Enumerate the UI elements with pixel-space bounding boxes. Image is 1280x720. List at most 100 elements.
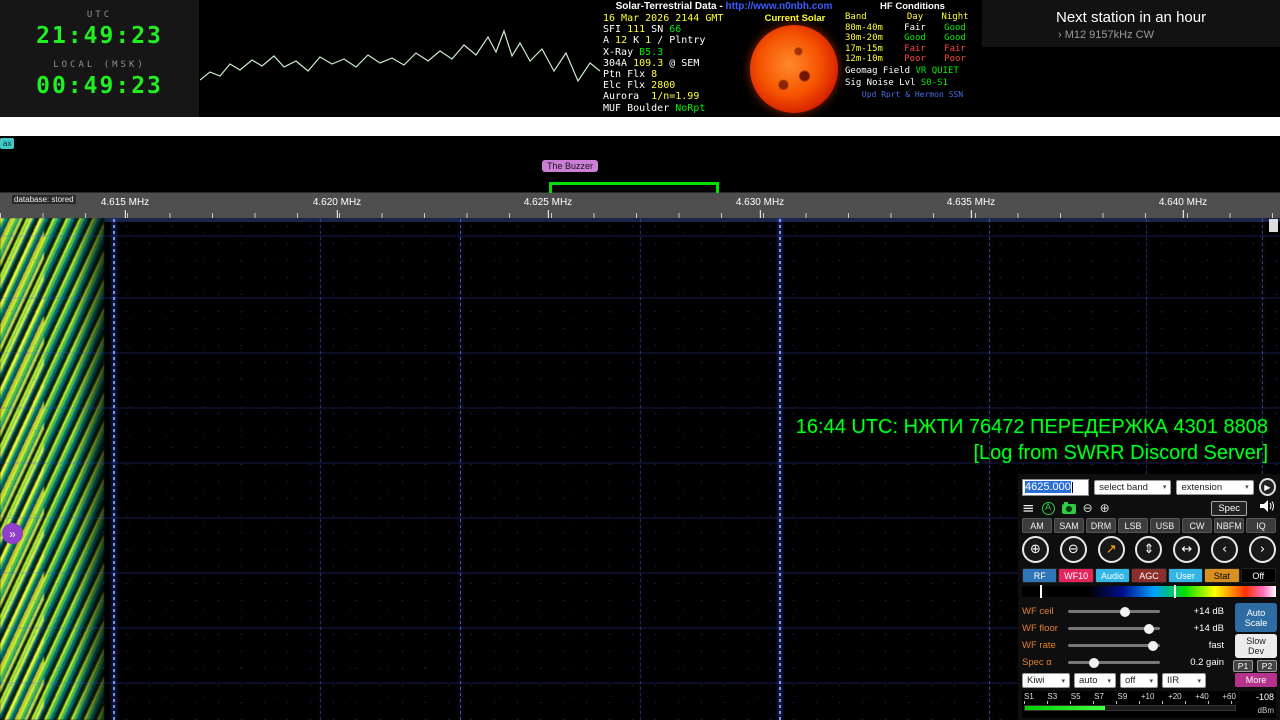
slider-label: WF ceil [1022,606,1054,617]
kiwi-select[interactable]: Kiwi ▾ [1022,673,1070,688]
s-meter-ticks: S1 S3 S5 S7 S9 +10 +20 +40 +60 [1024,692,1236,701]
p1-button[interactable]: P1 [1233,660,1253,672]
auto-scale-button[interactable]: Auto Scale [1235,603,1277,632]
sun-image [750,25,838,113]
chevron-down-icon: ▾ [1245,483,1249,491]
slider-value: 0.2 gain [1190,657,1224,668]
frequency-row: 4625.000 select band ▾ extension ▾ ▶ [1022,478,1276,496]
auto-select[interactable]: auto ▾ [1074,673,1116,688]
slider-track[interactable] [1068,657,1160,668]
receiver-control-panel: 4625.000 select band ▾ extension ▾ ▶ ≡ A [1018,474,1280,720]
s-meter-tick: S1 [1024,692,1034,701]
text-segment: 1/n=1.99 [651,91,700,103]
band-zoom-out-icon[interactable]: ⊖ [1083,501,1093,515]
spec-button[interactable]: Spec [1211,500,1247,516]
tab-user[interactable]: User [1167,568,1204,583]
volume-icon[interactable] [1260,500,1274,516]
page-left-button[interactable]: ‹ [1211,536,1239,563]
auto-select-label: auto [1079,675,1098,686]
mode-am[interactable]: AM [1022,518,1052,533]
tab-audio[interactable]: Audio [1094,568,1131,583]
audio-record-icon[interactable]: A [1041,501,1055,515]
hf-condition-row: 17m-15m Fair Fair [845,44,980,55]
band-zoom-in-icon[interactable]: ⊕ [1100,501,1110,515]
signoise-line: Sig Noise Lvl S0-S1 [845,78,980,89]
slider-row-spec-: Spec α 0.2 gain [1022,654,1228,671]
mode-sam[interactable]: SAM [1054,518,1084,533]
scale-label: 4.640 MHz [1158,197,1208,219]
text-caret [1071,481,1073,493]
p2-button[interactable]: P2 [1257,660,1277,672]
corner-label[interactable]: ax [0,138,15,149]
slider-thumb[interactable] [1147,640,1158,651]
off-select[interactable]: off ▾ [1120,673,1158,688]
slow-dev-button[interactable]: Slow Dev [1235,634,1277,658]
tab-agc[interactable]: AGC [1131,568,1167,583]
mode-usb[interactable]: USB [1150,518,1180,533]
s-meter-value: -108 [1255,692,1274,702]
mode-lsb[interactable]: LSB [1118,518,1148,533]
camera-icon[interactable] [1061,501,1076,514]
band-select[interactable]: select band ▾ [1094,479,1172,495]
zoom-out-button[interactable]: ⊖ [1059,536,1087,563]
mode-drm[interactable]: DRM [1086,518,1116,533]
slider-track[interactable] [1068,640,1160,651]
hf-cell: Band [845,12,867,22]
chevron-down-icon: ▾ [1061,676,1065,685]
mode-nbfm[interactable]: NBFM [1214,518,1244,533]
kiwi-select-label: Kiwi [1027,675,1045,686]
zoom-to-band-button[interactable]: ↗ [1097,536,1125,563]
dx-label-the-buzzer[interactable]: The Buzzer [542,160,599,172]
solar-data-line: X-Ray B5.3 [603,47,723,58]
scale-label: 4.620 MHz [312,197,362,219]
text-segment: 8 [651,69,658,81]
slider-track[interactable] [1068,606,1160,617]
text-segment: NoRpt [675,102,706,114]
scale-label: 4.630 MHz [735,197,785,219]
text-segment: SN [645,24,670,36]
mode-iq[interactable]: IQ [1246,518,1276,533]
hf-cell: Fair [944,43,966,54]
icon-toolbar: ≡ A ⊖ ⊕ Spec [1022,500,1276,516]
solar-data-line: 16 Mar 2026 2144 GMT [603,13,723,24]
solar-data-line: A 12 K 1 / Plntry [603,35,723,46]
tab-rf[interactable]: RF [1022,568,1058,583]
zoom-max-in-button[interactable]: ⇕ [1135,536,1163,563]
slider-thumb[interactable] [1120,606,1131,617]
next-station: Next station in an hour › M12 9157kHz CW [982,0,1280,47]
frequency-input[interactable]: 4625.000 [1022,478,1090,496]
zoom-in-button[interactable]: ⊕ [1022,536,1049,563]
extension-select[interactable]: extension ▾ [1176,479,1254,495]
scale-right-marker [1269,219,1278,232]
tab-off[interactable]: Off [1240,568,1276,583]
slider-label: WF floor [1022,623,1058,634]
panel-toggle-icon[interactable]: » [2,523,23,544]
carrier-line [640,218,641,720]
colormap-bar[interactable] [1022,585,1276,598]
more-button[interactable]: More [1235,673,1277,687]
hf-cell: 17m-15m [845,43,883,54]
slider-track[interactable] [1068,623,1160,634]
hf-cell: Good [944,33,966,44]
slider-thumb[interactable] [1088,657,1099,668]
utc-time: 21:49:23 [36,23,163,49]
play-button[interactable]: ▶ [1258,478,1276,496]
frequency-scale[interactable]: database: stored 4.615 MHz 4.620 MHz 4.625… [0,192,1280,219]
local-label: LOCAL (MSK) [53,60,146,70]
page-right-button[interactable]: › [1248,536,1276,563]
zoom-max-out-button[interactable]: ↔ [1173,536,1201,563]
tab-stat[interactable]: Stat [1204,568,1240,583]
log-line-2: [Log from SWRR Discord Server] [973,442,1268,464]
mode-cw[interactable]: CW [1182,518,1212,533]
text-segment: 304A [603,57,634,69]
menu-icon[interactable]: ≡ [1022,501,1035,516]
slider-thumb[interactable] [1143,623,1154,634]
solar-title-link[interactable]: http://www.n0nbh.com [726,1,833,12]
iir-select[interactable]: IIR ▾ [1162,673,1206,688]
waterfall[interactable]: 16:44 UTC: НЖТИ 76472 ПЕРЕДЕРЖКА 4301 88… [0,218,1280,720]
scale-label: 4.615 MHz [100,197,150,219]
hf-condition-row: 80m-40m Fair Good [845,23,980,34]
hf-header-row: Band Day Night [845,12,980,23]
tab-wf10[interactable]: WF10 [1058,568,1094,583]
solar-data-line: 304A 109.3 @ SEM [603,58,723,69]
